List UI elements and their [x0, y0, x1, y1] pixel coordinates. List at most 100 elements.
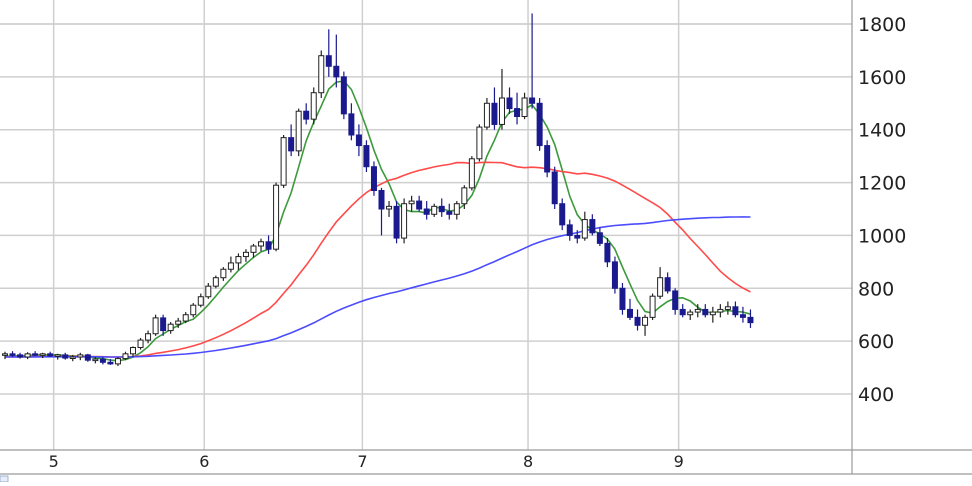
candle-body: [724, 306, 731, 310]
candle-body: [122, 353, 129, 360]
candle-body: [747, 316, 754, 324]
y-tick-label: 1200: [858, 173, 906, 195]
candle: [295, 108, 302, 157]
candle-body: [626, 308, 633, 318]
candle: [152, 314, 159, 336]
grid-layer: [0, 0, 852, 450]
candle: [536, 98, 543, 151]
y-tick-label: 1600: [858, 67, 906, 89]
candle: [137, 337, 144, 350]
y-tick-label: 1800: [858, 14, 906, 36]
candle-body: [574, 234, 581, 239]
candle-body: [438, 205, 445, 213]
y-tick-label: 800: [858, 278, 894, 300]
candle: [84, 353, 91, 362]
candle-body: [611, 261, 618, 289]
candle-body: [280, 137, 287, 186]
candle-body: [431, 205, 438, 215]
candle: [370, 161, 377, 196]
x-tick-label: 5: [49, 452, 59, 471]
candle: [649, 293, 656, 320]
candle-body: [242, 251, 249, 258]
candle-body: [732, 306, 739, 316]
candle: [212, 275, 219, 289]
candle: [544, 140, 551, 178]
candle: [340, 71, 347, 120]
candle-body: [476, 126, 483, 160]
candle-body: [310, 92, 317, 120]
candle: [310, 87, 317, 125]
candle-body: [227, 262, 234, 270]
candle-body: [220, 268, 227, 279]
candle-body: [416, 200, 423, 210]
candle-body: [303, 110, 310, 120]
candle-body: [619, 287, 626, 310]
candle-body: [604, 242, 611, 263]
candle: [273, 182, 280, 252]
candle-body: [491, 102, 498, 125]
candle-body: [551, 171, 558, 205]
candle-body: [378, 190, 385, 210]
candle-body: [717, 308, 724, 313]
y-tick-label: 400: [858, 384, 894, 406]
candle-body: [634, 316, 641, 326]
candle-body: [348, 113, 355, 136]
candle-body: [408, 200, 415, 205]
candle-body: [295, 110, 302, 152]
candle-body: [340, 76, 347, 115]
candle-body: [152, 317, 159, 335]
candle-body: [649, 295, 656, 318]
candle-body: [273, 184, 280, 250]
candle-body: [709, 311, 716, 316]
candle-body: [167, 323, 174, 332]
candle-body: [363, 145, 370, 168]
y-tick-label: 1000: [858, 225, 906, 247]
candle-body: [39, 353, 46, 356]
y-tick-label: 1400: [858, 120, 906, 142]
candle-body: [130, 346, 137, 355]
candle-body: [498, 97, 505, 125]
candle-body: [250, 245, 257, 253]
candle-body: [114, 358, 121, 365]
candle: [468, 156, 475, 191]
candle-body: [182, 314, 189, 322]
candle-body: [664, 277, 671, 292]
candle-body: [205, 285, 212, 298]
candle-body: [536, 102, 543, 147]
candle-body: [596, 232, 603, 244]
candle-body: [212, 277, 219, 287]
candle-body: [325, 55, 332, 67]
candle-body: [333, 65, 340, 78]
candle-body: [657, 277, 664, 297]
candle: [393, 201, 400, 244]
candle-body: [370, 166, 377, 191]
scrollbar-thumb[interactable]: [0, 475, 9, 483]
candle-body: [92, 358, 99, 362]
x-tick-label: 6: [199, 452, 209, 471]
candle-body: [99, 358, 106, 363]
candle-body: [355, 134, 362, 147]
candle-body: [288, 137, 295, 152]
candle-body: [386, 205, 393, 210]
plot-area: [0, 0, 852, 450]
candle-body: [529, 97, 536, 104]
candle-body: [24, 353, 31, 358]
candle-body: [401, 203, 408, 239]
x-tick-label: 8: [523, 452, 533, 471]
candle: [551, 166, 558, 209]
x-tick-label: 7: [357, 452, 367, 471]
candle-body: [62, 354, 69, 359]
candle-body: [446, 211, 453, 215]
candle-body: [468, 158, 475, 189]
candle-body: [175, 320, 182, 325]
candle-body: [559, 203, 566, 226]
candle-body: [672, 290, 679, 310]
candle-body: [235, 256, 242, 264]
candle-body: [17, 354, 24, 358]
candle-body: [160, 317, 167, 332]
candle-body: [84, 354, 91, 361]
candle-body: [318, 55, 325, 94]
candle-body: [642, 316, 649, 326]
candle-body: [739, 314, 746, 318]
candle-body: [483, 102, 490, 128]
